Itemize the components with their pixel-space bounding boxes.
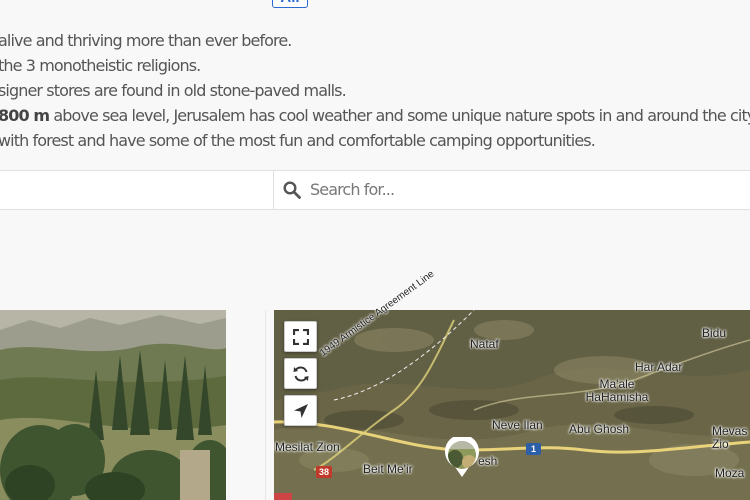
map-label-abu-ghosh: Abu Ghosh (569, 422, 630, 436)
filter-field[interactable] (0, 171, 274, 209)
search-input[interactable] (304, 172, 750, 206)
forest-photo (0, 310, 226, 500)
map-label-moza: Moza (715, 466, 745, 480)
road-badge-38: 38 (316, 466, 333, 478)
map-label-neve-ilan: Neve Ilan (492, 418, 543, 432)
map-label-beit-meir: Beit Me'ir (363, 462, 413, 476)
map-label-har-adar: Har Adar (635, 360, 683, 374)
refresh-icon (293, 366, 308, 381)
intro-text: alive and thriving more than ever before… (0, 28, 750, 153)
map-label-nataf: Nataf (470, 337, 499, 351)
search-icon (283, 181, 301, 199)
column-divider (265, 310, 266, 500)
fullscreen-icon (292, 328, 309, 345)
fullscreen-button[interactable] (284, 321, 317, 352)
map-label-maale-hahamisha: Ma'ale HaHamisha (585, 377, 649, 404)
road-badge-1: 1 (526, 443, 542, 455)
my-location-button[interactable] (284, 395, 317, 426)
all-filter-button[interactable]: All (272, 0, 308, 8)
map-label-mevaseret-zion: Mevas Zio (712, 424, 748, 451)
refresh-button[interactable] (284, 358, 317, 389)
location-arrow-icon (293, 403, 308, 418)
intro-line: alive and thriving more than ever before… (0, 31, 292, 50)
intro-line: the 3 monotheistic religions. (0, 56, 201, 75)
intro-line: with forest and have some of the most fu… (0, 131, 596, 150)
map-marker-pin[interactable] (443, 437, 481, 477)
map-label-mesilat-zion: Mesilat Zion (275, 440, 340, 454)
intro-line: signer stores are found in old stone-pav… (0, 81, 347, 100)
map-label-bidu: Bidu (702, 326, 727, 340)
intro-line: 800 m above sea level, Jerusalem has coo… (0, 106, 750, 125)
